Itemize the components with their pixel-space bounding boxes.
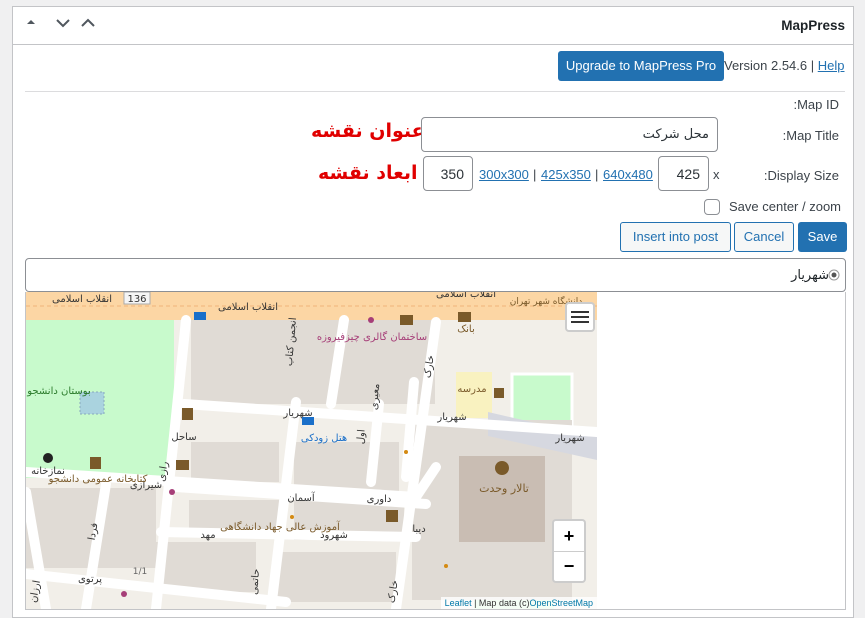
osm-link[interactable]: OpenStreetMap xyxy=(529,598,593,608)
street-label: انقلاب اسلامی xyxy=(218,302,278,313)
street-label: ساحل xyxy=(171,432,196,443)
street-label: آسمان xyxy=(287,491,316,504)
mappress-panel: MapPress Upgrade to MapPress Pro Version… xyxy=(12,6,854,618)
street-label: دیبا xyxy=(412,524,425,535)
size-x-label: x xyxy=(713,167,720,182)
street-label: داوری xyxy=(367,494,392,505)
preset-425x350[interactable]: 425x350 xyxy=(541,167,591,182)
leaflet-link[interactable]: Leaflet xyxy=(445,598,472,608)
street-label: حاتمی xyxy=(249,568,262,595)
map-tiles: انقلاب اسلامی انقلاب اسلامی انقلاب اسلام… xyxy=(26,292,597,609)
zoom-out-button[interactable]: − xyxy=(554,552,584,582)
book-icon xyxy=(182,408,193,420)
library-icon xyxy=(90,457,101,469)
cancel-button[interactable]: Cancel xyxy=(734,222,794,252)
height-value: 350 xyxy=(440,166,464,182)
display-size-label: :Display Size xyxy=(763,168,839,183)
poi-mosque-label: نمازخانه xyxy=(31,466,65,477)
attribution-text: | Map data (c) xyxy=(471,598,530,608)
poi-park-label: بوستان دانشجو xyxy=(26,386,90,397)
help-link[interactable]: Help xyxy=(818,58,845,73)
map-title-label: :Map Title xyxy=(782,128,839,143)
street-label: مهد xyxy=(200,530,215,541)
upgrade-button[interactable]: Upgrade to MapPress Pro xyxy=(558,51,724,81)
street-label: شهریار xyxy=(436,412,466,423)
height-input[interactable]: 350 xyxy=(423,156,473,191)
preset-640x480[interactable]: 640x480 xyxy=(603,167,653,182)
gallery-icon xyxy=(400,315,413,325)
theatre-icon xyxy=(176,460,189,470)
education-icon xyxy=(386,510,398,522)
poi-gallery-label: ساختمان گالری چیزفیروزه xyxy=(317,331,427,343)
insert-into-post-button[interactable]: Insert into post xyxy=(620,222,731,252)
hall-icon xyxy=(495,461,509,475)
map-title-value: محل شرکت xyxy=(642,127,709,142)
school-icon xyxy=(494,388,504,398)
collapse-button[interactable] xyxy=(76,13,100,37)
poi-hotel-label: هتل زودکی xyxy=(301,433,347,444)
street-label: معیری xyxy=(369,383,382,410)
page-indicator: 1/1 xyxy=(133,567,147,577)
poi-bank-label: بانک xyxy=(457,324,475,335)
poi-list-item[interactable]: شهریار xyxy=(791,268,829,283)
map-title-input[interactable]: محل شرکت xyxy=(421,117,718,152)
display-size-annotation: ابعاد نقشه xyxy=(318,162,418,184)
map-id-label: :Map ID xyxy=(793,97,839,112)
move-down-button[interactable] xyxy=(51,13,75,37)
street-label: شهریار xyxy=(554,433,584,444)
save-center-label: Save center / zoom xyxy=(729,199,841,214)
chevron-down-icon xyxy=(56,19,70,28)
hotel-icon xyxy=(302,417,314,425)
map-title-annotation: عنوان نقشه xyxy=(311,120,425,142)
panel-title: MapPress xyxy=(781,18,845,33)
divider xyxy=(25,91,845,92)
layers-button[interactable] xyxy=(565,302,595,332)
street-label: انقلاب اسلامی xyxy=(52,294,112,305)
map-canvas[interactable]: انقلاب اسلامی انقلاب اسلامی انقلاب اسلام… xyxy=(26,292,597,609)
map-area: انقلاب اسلامی انقلاب اسلامی انقلاب اسلام… xyxy=(25,292,846,610)
mosque-icon xyxy=(43,453,53,463)
separator: | xyxy=(533,167,537,182)
poi-education-label: آموزش عالی جهاد دانشگاهی xyxy=(220,520,341,533)
save-center-checkbox[interactable] xyxy=(704,199,720,215)
poi-hall-label: تالار وحدت xyxy=(479,482,529,495)
version-text: Version 2.54.6 | xyxy=(724,58,815,73)
map-attribution: Leaflet | Map data (c)OpenStreetMap xyxy=(440,597,597,609)
width-value: 425 xyxy=(676,166,700,182)
poi-school-label: مدرسه xyxy=(457,384,486,395)
hotel-icon xyxy=(194,312,206,320)
poi-list: شهریار xyxy=(25,258,846,292)
move-up-button[interactable] xyxy=(19,13,43,37)
version-info: Version 2.54.6 | Help xyxy=(724,58,844,73)
bank-icon xyxy=(458,312,471,322)
radio-icon xyxy=(828,269,840,281)
width-input[interactable]: 425 xyxy=(658,156,709,191)
road-number-label: 136 xyxy=(127,294,146,305)
layers-icon xyxy=(571,311,589,323)
street-label: اول xyxy=(355,429,367,445)
chevron-up-icon xyxy=(81,18,95,27)
zoom-in-button[interactable]: + xyxy=(554,521,584,552)
chevron-up-small-icon xyxy=(27,20,35,24)
zoom-control: + − xyxy=(552,519,586,583)
preset-300x300[interactable]: 300x300 xyxy=(479,167,529,182)
save-button[interactable]: Save xyxy=(798,222,847,252)
school-field xyxy=(510,372,574,426)
street-label: پرتوی xyxy=(78,574,102,585)
street-label: انقلاب اسلامی xyxy=(436,292,496,300)
separator: | xyxy=(595,167,599,182)
panel-header: MapPress xyxy=(13,7,853,45)
